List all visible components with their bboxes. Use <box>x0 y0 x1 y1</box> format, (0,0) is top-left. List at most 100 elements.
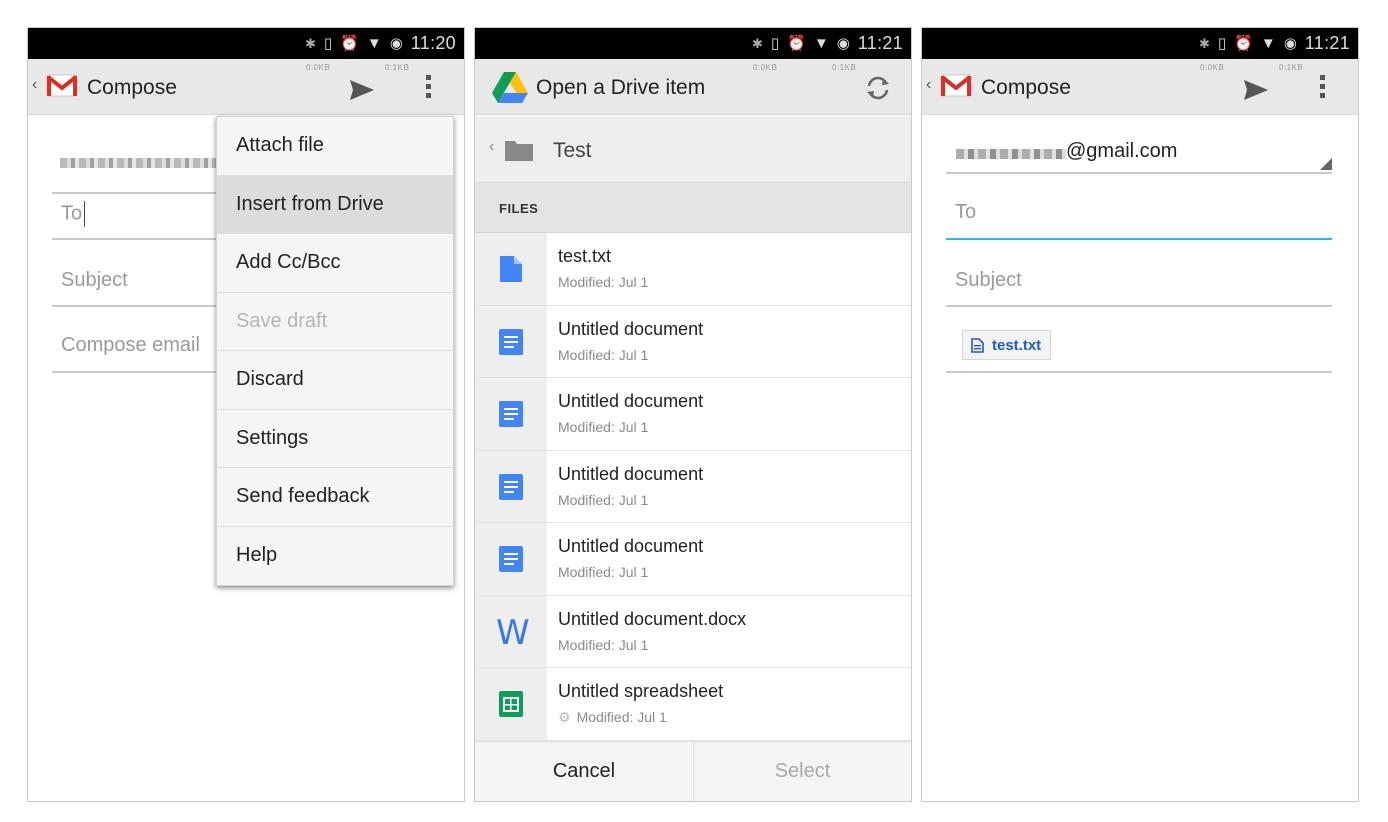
gmail-logo-icon[interactable] <box>940 73 972 98</box>
up-navigation-icon[interactable]: ‹ <box>32 76 37 94</box>
dropdown-triangle-icon[interactable] <box>1320 158 1332 170</box>
overflow-menu-icon[interactable] <box>424 75 432 101</box>
menu-item-settings[interactable]: Settings <box>217 410 453 468</box>
tiny-label: 0:1KB <box>1279 63 1304 72</box>
files-header-label: FILES <box>499 201 539 216</box>
wifi-icon: ▼ <box>1260 34 1276 52</box>
file-row[interactable]: Untitled document Modified: Jul 1 <box>475 305 911 378</box>
back-chevron-icon[interactable]: ‹ <box>489 138 494 156</box>
phone-screen-compose-menu: ✱ ▯ ⏰ ▼ ◉ 11:20 0:0KB 0:1KB ‹ Compose To… <box>27 27 465 802</box>
tiny-label: 0:0KB <box>306 63 331 72</box>
alarm-icon: ⏰ <box>340 34 359 52</box>
menu-item-save-draft: Save draft <box>217 293 453 351</box>
send-icon[interactable] <box>349 78 375 102</box>
word-icon: W <box>496 612 530 653</box>
file-modified: Modified: Jul 1 <box>558 564 649 580</box>
file-name: test.txt <box>558 246 612 266</box>
send-icon[interactable] <box>1243 78 1269 102</box>
attachment-name: test.txt <box>992 336 1042 354</box>
cancel-button[interactable]: Cancel <box>475 742 693 801</box>
refresh-icon[interactable] <box>865 75 891 101</box>
file-row[interactable]: test.txt Modified: Jul 1 <box>475 233 911 306</box>
wifi-icon: ▼ <box>813 34 829 52</box>
file-name: Untitled document <box>558 391 704 411</box>
file-name: Untitled spreadsheet <box>558 681 724 701</box>
shared-icon: ⚙ <box>558 709 571 725</box>
text-cursor <box>84 201 86 227</box>
file-name: Untitled document.docx <box>558 608 747 629</box>
from-address-redacted <box>956 149 1066 159</box>
overflow-menu-icon[interactable] <box>1318 75 1326 101</box>
file-modified: Modified: Jul 1 <box>558 346 649 363</box>
action-bar: 0:0KB 0:1KB ‹ Compose <box>922 59 1358 115</box>
action-bar: 0:0KB 0:1KB ‹ Compose <box>28 59 464 115</box>
doc-icon <box>499 328 523 355</box>
file-name: Untitled document <box>558 463 704 484</box>
status-bar: ✱ ▯ ⏰ ▼ ◉ 11:21 <box>922 28 1358 59</box>
file-modified: Modified: Jul 1 <box>558 636 649 653</box>
doc-icon <box>499 546 523 572</box>
file-name: Untitled document <box>558 318 704 339</box>
menu-item-attach-file[interactable]: Attach file <box>217 117 453 176</box>
file-modified: Modified: Jul 1 <box>558 274 649 290</box>
vibrate-icon: ▯ <box>1217 34 1227 52</box>
file-row[interactable]: Untitled document Modified: Jul 1 <box>475 523 911 596</box>
menu-item-discard[interactable]: Discard <box>217 351 453 410</box>
clock: 11:21 <box>1304 33 1350 53</box>
file-list: test.txt Modified: Jul 1 Untitled docume… <box>475 233 911 741</box>
folder-breadcrumb[interactable]: ‹ Test <box>475 116 911 183</box>
menu-item-add-cc-bcc[interactable]: Add Cc/Bcc <box>217 234 453 293</box>
clock: 11:20 <box>410 33 456 53</box>
tiny-label: 0:0KB <box>1200 63 1225 72</box>
attachment-chip[interactable]: test.txt <box>962 330 1052 360</box>
menu-item-send-feedback[interactable]: Send feedback <box>217 468 453 527</box>
to-placeholder: To <box>61 201 86 227</box>
file-row[interactable]: Untitled document Modified: Jul 1 <box>475 450 911 523</box>
file-row[interactable]: Untitled spreadsheet ⚙ Modified: Jul 1 <box>475 668 911 741</box>
file-modified: Modified: Jul 1 <box>558 419 649 435</box>
from-address-redacted <box>60 158 220 168</box>
phone-screen-compose-attachment: ✱ ▯ ⏰ ▼ ◉ 11:21 0:0KB 0:1KB ‹ Compose @g… <box>921 27 1359 802</box>
file-row[interactable]: Untitled document Modified: Jul 1 <box>475 378 911 451</box>
page-title: Open a Drive item <box>536 76 706 99</box>
battery-icon: ◉ <box>836 34 850 52</box>
battery-icon: ◉ <box>1283 34 1297 52</box>
alarm-icon: ⏰ <box>787 34 806 52</box>
picker-action-bar: Cancel Select <box>475 741 911 801</box>
status-bar: ✱ ▯ ⏰ ▼ ◉ 11:21 <box>475 28 911 59</box>
clock: 11:21 <box>857 33 903 53</box>
file-modified: ⚙ Modified: Jul 1 <box>558 709 667 725</box>
tiny-label: 0:0KB <box>753 63 778 72</box>
files-section-header: FILES <box>475 183 911 233</box>
overflow-menu: Attach file Insert from Drive Add Cc/Bcc… <box>216 116 454 586</box>
text-file-icon <box>500 256 522 282</box>
tiny-label: 0:1KB <box>385 63 410 72</box>
select-button: Select <box>693 742 911 801</box>
to-field[interactable]: To <box>946 198 1332 240</box>
battery-icon: ◉ <box>389 34 403 52</box>
menu-item-insert-from-drive[interactable]: Insert from Drive <box>217 175 453 234</box>
sheet-icon <box>499 691 523 717</box>
vibrate-icon: ▯ <box>770 34 780 52</box>
alarm-icon: ⏰ <box>1234 34 1253 52</box>
subject-placeholder: Subject <box>61 269 128 291</box>
menu-item-help[interactable]: Help <box>217 527 453 586</box>
file-row[interactable]: W Untitled document.docx Modified: Jul 1 <box>475 595 911 668</box>
bluetooth-icon: ✱ <box>751 35 763 51</box>
subject-field[interactable]: Subject <box>946 265 1332 307</box>
subject-placeholder: Subject <box>955 269 1022 291</box>
phone-screen-drive-picker: ✱ ▯ ⏰ ▼ ◉ 11:21 0:0KB 0:1KB Open a Drive… <box>474 27 912 802</box>
gmail-logo-icon[interactable] <box>46 73 78 98</box>
doc-icon <box>499 401 523 427</box>
vibrate-icon: ▯ <box>323 34 333 52</box>
from-address: @gmail.com <box>1066 140 1178 162</box>
folder-icon <box>505 141 533 161</box>
wifi-icon: ▼ <box>366 34 382 52</box>
action-bar: 0:0KB 0:1KB Open a Drive item <box>475 59 911 115</box>
page-title: Compose <box>981 76 1071 99</box>
up-navigation-icon[interactable]: ‹ <box>926 76 931 94</box>
tiny-label: 0:1KB <box>832 63 857 72</box>
doc-icon <box>499 473 523 500</box>
bluetooth-icon: ✱ <box>1198 35 1210 51</box>
body-placeholder: Compose email <box>61 334 200 356</box>
